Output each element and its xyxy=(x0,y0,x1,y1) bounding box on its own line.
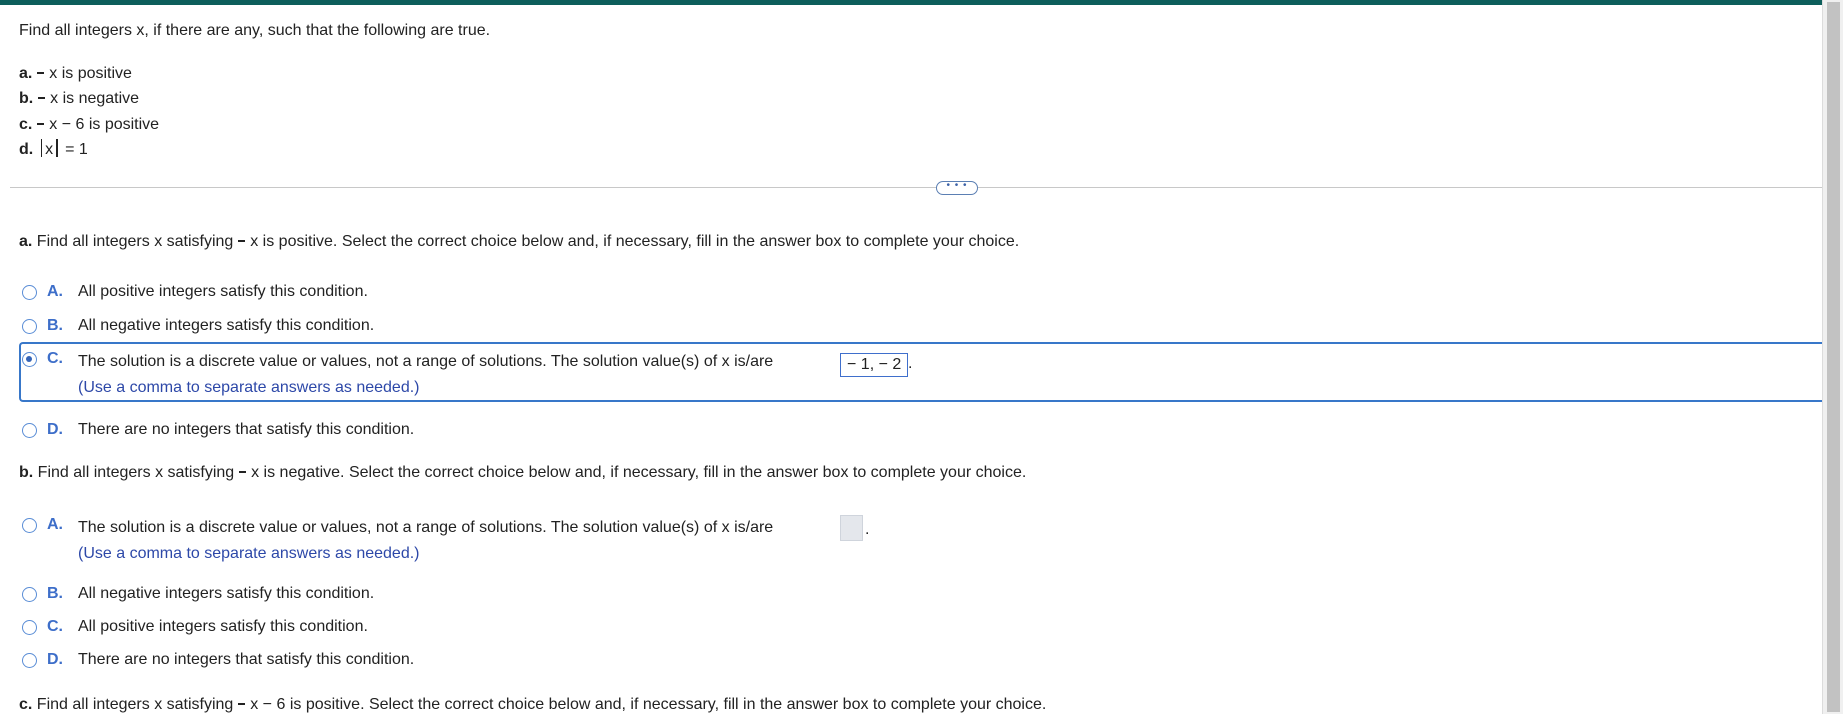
problem-item-a: a. x is positive xyxy=(19,65,132,83)
item-letter: c. xyxy=(19,116,33,133)
radio-button[interactable] xyxy=(22,620,37,635)
item-letter: d. xyxy=(19,141,34,158)
input-hint: (Use a comma to separate answers as need… xyxy=(78,545,420,562)
question-text: x is negative. Select the correct choice… xyxy=(251,464,1027,481)
choice-letter: A. xyxy=(47,283,63,300)
problem-item-c: c. x − 6 is positive xyxy=(19,116,159,134)
section-divider xyxy=(10,187,1822,188)
answer-suffix: . xyxy=(908,355,913,372)
choice-letter: A. xyxy=(47,516,63,533)
radio-button[interactable] xyxy=(22,285,37,300)
answer-input[interactable] xyxy=(840,515,863,541)
question-text: Find all integers x satisfying xyxy=(36,233,234,250)
question-content: Find all integers x, if there are any, s… xyxy=(0,5,1822,714)
input-hint: (Use a comma to separate answers as need… xyxy=(78,379,420,396)
choice-letter: D. xyxy=(47,421,63,438)
choice-text: The solution is a discrete value or valu… xyxy=(78,519,774,536)
choice-text: All positive integers satisfy this condi… xyxy=(78,618,368,635)
choice-text: All positive integers satisfy this condi… xyxy=(78,283,368,300)
question-text: Find all integers x satisfying xyxy=(37,464,235,481)
choice-text: All negative integers satisfy this condi… xyxy=(78,317,375,334)
expand-collapse-button[interactable]: • • • xyxy=(936,181,978,195)
part-c-question: c. Find all integers x satisfying x − 6 … xyxy=(19,696,1046,714)
radio-button[interactable] xyxy=(22,653,37,668)
item-text: = 1 xyxy=(65,141,88,158)
choice-letter: C. xyxy=(47,350,63,367)
vertical-scrollbar[interactable] xyxy=(1822,0,1843,714)
answer-input[interactable]: − 1, − 2 xyxy=(840,353,909,377)
item-text: x − 6 is positive xyxy=(49,116,160,133)
question-text: x is positive. Select the correct choice… xyxy=(250,233,1020,250)
question-text: x − 6 is positive. Select the correct ch… xyxy=(250,696,1047,713)
item-text: x is negative xyxy=(50,90,140,107)
problem-statement: Find all integers x, if there are any, s… xyxy=(19,22,491,39)
choice-text: The solution is a discrete value or valu… xyxy=(78,353,774,370)
item-letter: b. xyxy=(19,90,34,107)
part-a-question: a. Find all integers x satisfying x is p… xyxy=(19,233,1019,251)
choice-text: All negative integers satisfy this condi… xyxy=(78,585,375,602)
choice-letter: B. xyxy=(47,585,63,602)
radio-button[interactable] xyxy=(22,518,37,533)
radio-button[interactable] xyxy=(22,587,37,602)
part-b-question: b. Find all integers x satisfying x is n… xyxy=(19,464,1026,482)
choice-text: There are no integers that satisfy this … xyxy=(78,421,415,438)
radio-button[interactable] xyxy=(22,319,37,334)
item-letter: a. xyxy=(19,65,33,82)
scrollbar-thumb[interactable] xyxy=(1827,2,1840,712)
answer-suffix: . xyxy=(865,521,870,538)
radio-button[interactable] xyxy=(22,423,37,438)
problem-item-d: d. x = 1 xyxy=(19,139,88,159)
absolute-value-bar xyxy=(56,139,58,157)
radio-button-selected[interactable] xyxy=(22,352,37,367)
part-letter: c. xyxy=(19,696,33,713)
choice-letter: D. xyxy=(47,651,63,668)
absolute-value-bar xyxy=(40,139,43,157)
choice-letter: B. xyxy=(47,317,63,334)
question-text: Find all integers x satisfying xyxy=(36,696,234,713)
part-letter: b. xyxy=(19,464,34,481)
item-text: x xyxy=(45,141,54,158)
choice-letter: C. xyxy=(47,618,63,635)
item-text: x is positive xyxy=(49,65,132,82)
choice-text: There are no integers that satisfy this … xyxy=(78,651,415,668)
problem-item-b: b. x is negative xyxy=(19,90,139,108)
part-letter: a. xyxy=(19,233,33,250)
